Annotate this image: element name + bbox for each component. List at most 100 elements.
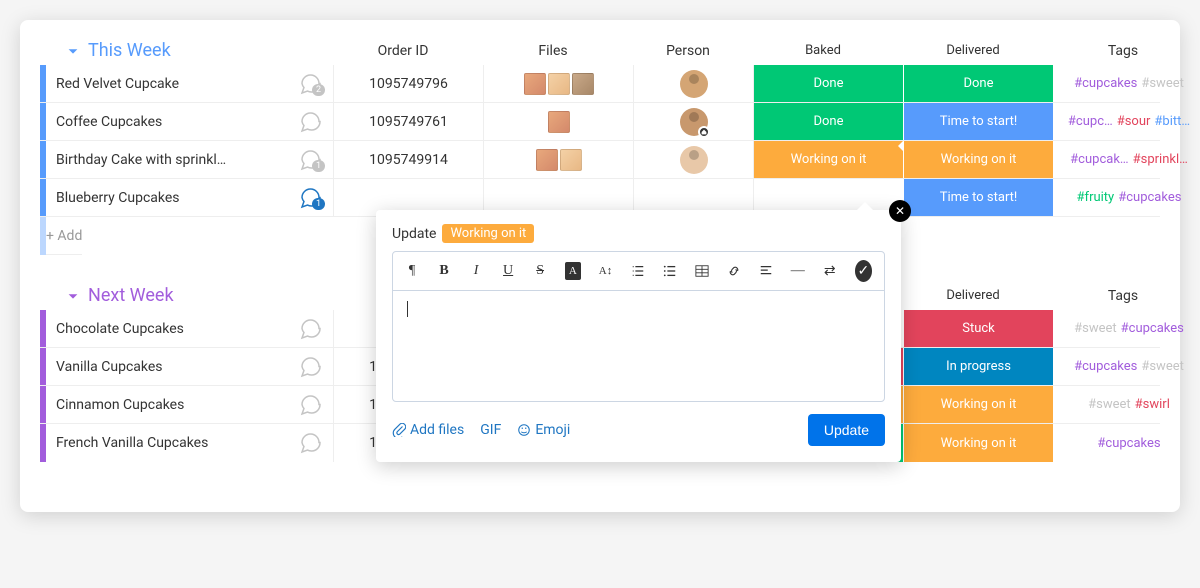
- table-row[interactable]: Red Velvet Cupcake21095749796DoneDone#cu…: [40, 65, 1160, 103]
- row-name[interactable]: Blueberry Cupcakes: [56, 190, 297, 206]
- tag[interactable]: #cupcakes: [1118, 190, 1181, 205]
- files-cell[interactable]: [484, 141, 634, 178]
- tag[interactable]: #sweet: [1088, 397, 1131, 412]
- tags-cell[interactable]: #sweet #cupcakes: [1054, 310, 1200, 347]
- col-header-person[interactable]: Person: [628, 43, 748, 59]
- delivered-status[interactable]: Stuck: [904, 310, 1054, 347]
- row-name[interactable]: Cinnamon Cupcakes: [56, 397, 297, 413]
- file-thumb[interactable]: [560, 149, 582, 171]
- file-thumb[interactable]: [572, 73, 594, 95]
- files-cell[interactable]: [484, 65, 634, 102]
- add-files-link[interactable]: Add files: [392, 422, 464, 438]
- order-id-cell[interactable]: 1095749796: [334, 65, 484, 102]
- comment-icon[interactable]: 1: [297, 184, 325, 212]
- delivered-status[interactable]: Working on it: [904, 386, 1054, 423]
- comment-icon[interactable]: [297, 108, 325, 136]
- chevron-down-icon[interactable]: [64, 287, 82, 305]
- tags-cell[interactable]: #sweet #swirl: [1054, 386, 1200, 423]
- tag[interactable]: #cupcakes: [1097, 436, 1160, 451]
- table-row[interactable]: Birthday Cake with sprinkl…11095749914Wo…: [40, 141, 1160, 179]
- tags-cell[interactable]: #cupcak… #sprinkl…: [1054, 141, 1200, 178]
- person-cell[interactable]: [634, 103, 754, 140]
- tag[interactable]: #bitt…: [1154, 114, 1190, 129]
- col-header-files[interactable]: Files: [478, 43, 628, 59]
- comment-icon[interactable]: [297, 315, 325, 343]
- delivered-status[interactable]: Working on it: [904, 424, 1054, 462]
- align-icon[interactable]: [759, 262, 773, 280]
- direction-icon[interactable]: ⇄: [823, 262, 837, 280]
- tags-cell[interactable]: #fruity#cupcakes: [1054, 179, 1200, 216]
- row-name[interactable]: Coffee Cupcakes: [56, 114, 297, 130]
- delivered-status[interactable]: Time to start!: [904, 179, 1054, 216]
- emoji-link[interactable]: Emoji: [517, 422, 570, 438]
- avatar[interactable]: [680, 108, 708, 136]
- table-icon[interactable]: [695, 262, 709, 280]
- update-button[interactable]: Update: [808, 414, 885, 446]
- tag[interactable]: #cupcakes: [1074, 359, 1137, 374]
- file-thumb[interactable]: [548, 73, 570, 95]
- gif-link[interactable]: GIF: [480, 422, 501, 438]
- file-thumb[interactable]: [548, 111, 570, 133]
- col-header-baked[interactable]: Baked: [748, 43, 898, 58]
- unordered-list-icon[interactable]: [663, 262, 677, 280]
- font-size-icon[interactable]: A↕: [599, 262, 613, 280]
- tag[interactable]: #fruity: [1077, 190, 1115, 205]
- baked-status[interactable]: Done: [754, 65, 904, 102]
- row-name[interactable]: Red Velvet Cupcake: [56, 76, 297, 92]
- row-name[interactable]: Chocolate Cupcakes: [56, 321, 297, 337]
- col-header-orderid[interactable]: Order ID: [328, 43, 478, 59]
- row-name[interactable]: French Vanilla Cupcakes: [56, 435, 297, 451]
- tag[interactable]: #cupcakes: [1074, 76, 1137, 91]
- tags-cell[interactable]: #cupc… #sour#bitt…: [1054, 103, 1200, 140]
- person-cell[interactable]: [634, 65, 754, 102]
- link-icon[interactable]: [727, 262, 741, 280]
- tag[interactable]: #sour: [1117, 114, 1151, 129]
- group-header[interactable]: This Week: [64, 40, 171, 61]
- close-icon[interactable]: ✕: [889, 200, 911, 222]
- strikethrough-icon[interactable]: S: [533, 262, 547, 280]
- ordered-list-icon[interactable]: [631, 262, 645, 280]
- col-header-delivered[interactable]: Delivered: [898, 43, 1048, 58]
- delivered-status[interactable]: Time to start!: [904, 103, 1054, 140]
- group-header[interactable]: Next Week: [64, 285, 174, 306]
- chevron-down-icon[interactable]: [64, 42, 82, 60]
- row-name[interactable]: Vanilla Cupcakes: [56, 359, 297, 375]
- horizontal-rule-icon[interactable]: —: [791, 262, 805, 280]
- tags-cell[interactable]: #cupcakes #sweet: [1054, 65, 1200, 102]
- comment-icon[interactable]: [297, 353, 325, 381]
- tag[interactable]: #sweet: [1074, 321, 1117, 336]
- underline-icon[interactable]: U: [501, 262, 515, 280]
- tag[interactable]: #swirl: [1135, 397, 1170, 412]
- table-row[interactable]: Coffee Cupcakes 1095749761 DoneTime to sta…: [40, 103, 1160, 141]
- confirm-icon[interactable]: ✓: [855, 260, 872, 282]
- comment-icon[interactable]: 1: [297, 146, 325, 174]
- tag[interactable]: #sweet: [1141, 76, 1184, 91]
- baked-status[interactable]: Working on it: [754, 141, 904, 178]
- files-cell[interactable]: [484, 103, 634, 140]
- tags-cell[interactable]: #cupcakes: [1054, 424, 1200, 462]
- delivered-status[interactable]: Working on it: [904, 141, 1054, 178]
- avatar[interactable]: [680, 146, 708, 174]
- tag[interactable]: #cupc…: [1068, 114, 1113, 129]
- comment-icon[interactable]: [297, 429, 325, 457]
- italic-icon[interactable]: I: [469, 262, 483, 280]
- bold-icon[interactable]: B: [437, 262, 451, 280]
- order-id-cell[interactable]: 1095749761: [334, 103, 484, 140]
- baked-status[interactable]: Done: [754, 103, 904, 140]
- paragraph-icon[interactable]: ¶: [405, 262, 419, 280]
- person-cell[interactable]: [634, 141, 754, 178]
- order-id-cell[interactable]: 1095749914: [334, 141, 484, 178]
- comment-icon[interactable]: [297, 391, 325, 419]
- col-header-tags[interactable]: Tags: [1048, 288, 1198, 304]
- add-row[interactable]: + Add: [46, 217, 82, 255]
- tag[interactable]: #sprinkl…: [1133, 152, 1188, 167]
- file-thumb[interactable]: [536, 149, 558, 171]
- tag[interactable]: #cupcak…: [1070, 152, 1128, 167]
- tag[interactable]: #cupcakes: [1121, 321, 1184, 336]
- file-thumb[interactable]: [524, 73, 546, 95]
- col-header-tags[interactable]: Tags: [1048, 43, 1198, 59]
- tag[interactable]: #sweet: [1141, 359, 1184, 374]
- delivered-status[interactable]: Done: [904, 65, 1054, 102]
- avatar[interactable]: [680, 70, 708, 98]
- text-color-icon[interactable]: A: [565, 262, 580, 280]
